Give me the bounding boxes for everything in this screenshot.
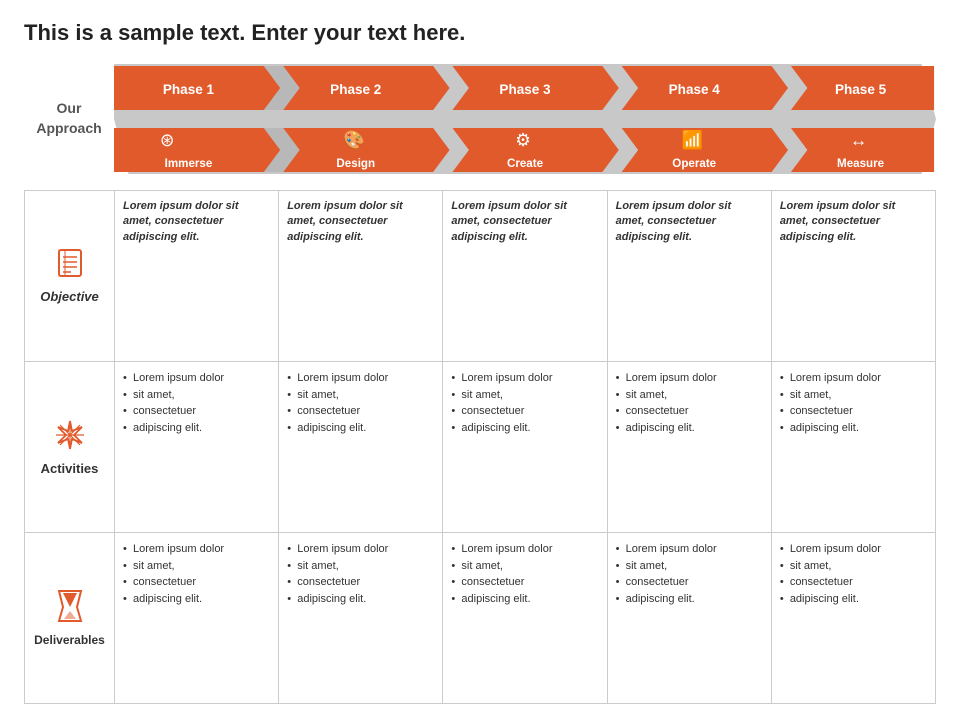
list-item: sit amet,: [287, 387, 434, 404]
list-item: consectetuer: [616, 403, 763, 420]
activities-cell-5: Lorem ipsum dolor sit amet, consectetuer…: [772, 362, 935, 532]
svg-text:Phase 1: Phase 1: [163, 82, 214, 97]
svg-text:📶: 📶: [681, 129, 703, 150]
list-item: Lorem ipsum dolor: [451, 370, 598, 387]
list-item: Lorem ipsum dolor: [123, 370, 270, 387]
activities-cell-4: Lorem ipsum dolor sit amet, consectetuer…: [608, 362, 772, 532]
objective-row: Objective Lorem ipsum dolor sit amet, co…: [25, 191, 935, 362]
list-item: sit amet,: [123, 558, 270, 575]
svg-text:Phase 5: Phase 5: [835, 82, 886, 97]
deliverables-header: Deliverables: [25, 533, 115, 703]
list-item: adipiscing elit.: [287, 420, 434, 437]
deliverables-row: Deliverables Lorem ipsum dolor sit amet,…: [25, 533, 935, 703]
deliverables-cell-5: Lorem ipsum dolor sit amet, consectetuer…: [772, 533, 935, 703]
list-item: Lorem ipsum dolor: [287, 541, 434, 558]
deliverables-cell-3: Lorem ipsum dolor sit amet, consectetuer…: [443, 533, 607, 703]
list-item: sit amet,: [780, 558, 927, 575]
list-item: consectetuer: [123, 403, 270, 420]
svg-text:↔: ↔: [850, 130, 867, 150]
list-item: adipiscing elit.: [616, 591, 763, 608]
list-item: adipiscing elit.: [616, 420, 763, 437]
list-item: adipiscing elit.: [780, 420, 927, 437]
svg-text:Phase 3: Phase 3: [499, 82, 550, 97]
objective-cell-3: Lorem ipsum dolor sit amet, consectetuer…: [443, 191, 607, 361]
activities-cell-2: Lorem ipsum dolor sit amet, consectetuer…: [279, 362, 443, 532]
deliverables-icon: [55, 589, 85, 629]
list-item: sit amet,: [451, 558, 598, 575]
svg-text:⊛: ⊛: [160, 130, 175, 150]
objective-cell-1: Lorem ipsum dolor sit amet, consectetuer…: [115, 191, 279, 361]
activities-icon: [54, 419, 86, 457]
deliverables-cell-4: Lorem ipsum dolor sit amet, consectetuer…: [608, 533, 772, 703]
list-item: Lorem ipsum dolor: [616, 370, 763, 387]
objective-icon: [55, 248, 85, 285]
svg-text:Immerse: Immerse: [165, 156, 213, 170]
list-item: adipiscing elit.: [123, 591, 270, 608]
list-item: sit amet,: [616, 558, 763, 575]
list-item: sit amet,: [287, 558, 434, 575]
list-item: Lorem ipsum dolor: [287, 370, 434, 387]
deliverables-label: Deliverables: [34, 633, 105, 647]
list-item: sit amet,: [451, 387, 598, 404]
list-item: consectetuer: [780, 403, 927, 420]
activities-cell-3: Lorem ipsum dolor sit amet, consectetuer…: [443, 362, 607, 532]
list-item: consectetuer: [616, 574, 763, 591]
list-item: consectetuer: [287, 574, 434, 591]
list-item: adipiscing elit.: [451, 591, 598, 608]
phase-arrows: Phase 1 ⊛ Immerse Phase 2 🎨 Design Phase…: [114, 64, 936, 174]
approach-label: OurApproach: [24, 99, 114, 138]
list-item: consectetuer: [287, 403, 434, 420]
svg-text:Phase 4: Phase 4: [669, 82, 720, 97]
list-item: adipiscing elit.: [451, 420, 598, 437]
list-item: adipiscing elit.: [287, 591, 434, 608]
svg-text:Design: Design: [336, 156, 375, 170]
objective-label: Objective: [40, 289, 99, 304]
objective-cell-5: Lorem ipsum dolor sit amet, consectetuer…: [772, 191, 935, 361]
objective-cell-4: Lorem ipsum dolor sit amet, consectetuer…: [608, 191, 772, 361]
deliverables-cell-1: Lorem ipsum dolor sit amet, consectetuer…: [115, 533, 279, 703]
data-table: Objective Lorem ipsum dolor sit amet, co…: [24, 190, 936, 704]
svg-text:Phase 2: Phase 2: [330, 82, 381, 97]
deliverables-cells: Lorem ipsum dolor sit amet, consectetuer…: [115, 533, 935, 703]
list-item: consectetuer: [780, 574, 927, 591]
activities-row: Activities Lorem ipsum dolor sit amet, c…: [25, 362, 935, 533]
list-item: sit amet,: [780, 387, 927, 404]
svg-text:Create: Create: [507, 156, 544, 170]
list-item: Lorem ipsum dolor: [123, 541, 270, 558]
diagram-area: OurApproach: [24, 64, 936, 174]
page-title: This is a sample text. Enter your text h…: [24, 20, 936, 46]
list-item: sit amet,: [616, 387, 763, 404]
objective-header: Objective: [25, 191, 115, 361]
list-item: Lorem ipsum dolor: [780, 541, 927, 558]
list-item: consectetuer: [451, 403, 598, 420]
objective-cell-2: Lorem ipsum dolor sit amet, consectetuer…: [279, 191, 443, 361]
list-item: Lorem ipsum dolor: [451, 541, 598, 558]
activities-cell-1: Lorem ipsum dolor sit amet, consectetuer…: [115, 362, 279, 532]
activities-label: Activities: [41, 461, 99, 476]
activities-header: Activities: [25, 362, 115, 532]
list-item: Lorem ipsum dolor: [780, 370, 927, 387]
list-item: consectetuer: [123, 574, 270, 591]
list-item: consectetuer: [451, 574, 598, 591]
deliverables-cell-2: Lorem ipsum dolor sit amet, consectetuer…: [279, 533, 443, 703]
svg-text:⚙: ⚙: [515, 130, 531, 150]
list-item: adipiscing elit.: [123, 420, 270, 437]
list-item: sit amet,: [123, 387, 270, 404]
svg-text:🎨: 🎨: [343, 129, 365, 150]
list-item: adipiscing elit.: [780, 591, 927, 608]
objective-cells: Lorem ipsum dolor sit amet, consectetuer…: [115, 191, 935, 361]
svg-text:Measure: Measure: [837, 156, 884, 170]
list-item: Lorem ipsum dolor: [616, 541, 763, 558]
svg-text:Operate: Operate: [672, 156, 716, 170]
activities-cells: Lorem ipsum dolor sit amet, consectetuer…: [115, 362, 935, 532]
